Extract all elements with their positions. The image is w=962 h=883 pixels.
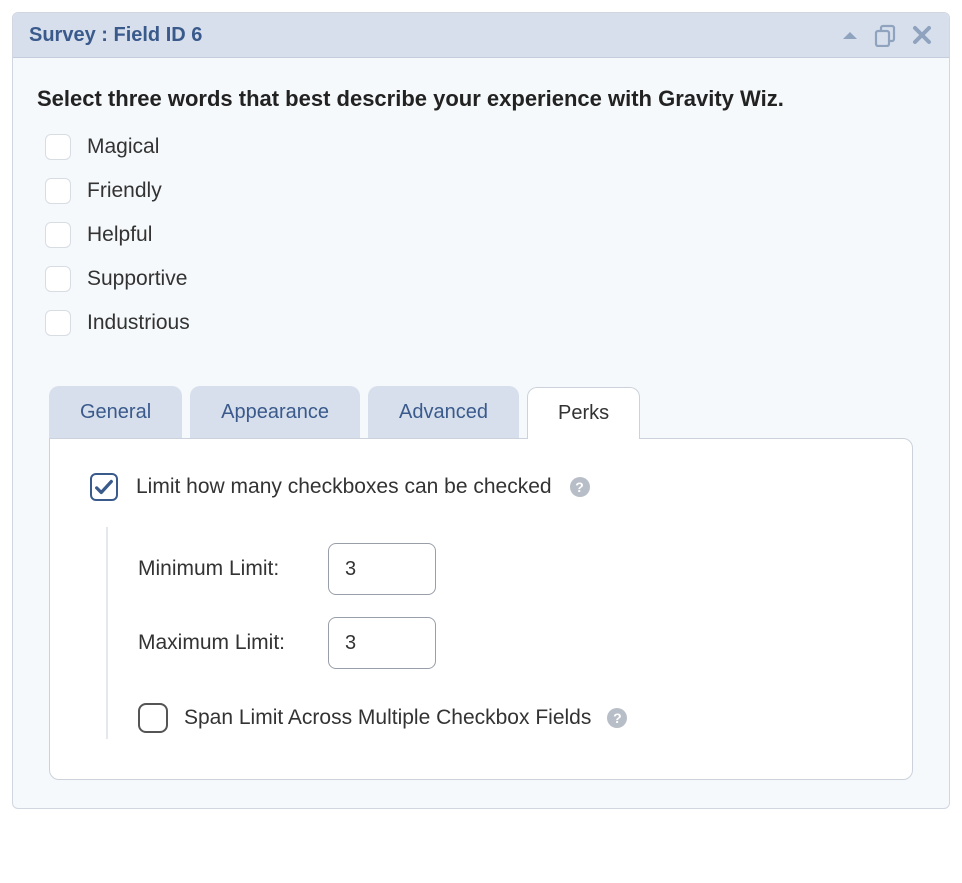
- span-limit-row: Span Limit Across Multiple Checkbox Fiel…: [138, 703, 882, 733]
- option-helpful: Helpful: [45, 222, 925, 248]
- tab-content-perks: Limit how many checkboxes can be checked…: [49, 438, 913, 780]
- help-icon[interactable]: ?: [607, 708, 627, 728]
- checkbox[interactable]: [45, 310, 71, 336]
- checkbox-options: Magical Friendly Helpful Supportive Indu…: [45, 134, 925, 336]
- duplicate-icon[interactable]: [873, 23, 897, 47]
- checkbox[interactable]: [45, 266, 71, 292]
- maximum-limit-label: Maximum Limit:: [138, 631, 308, 655]
- panel-title: Survey : Field ID 6: [29, 24, 841, 47]
- limit-checkboxes-label: Limit how many checkboxes can be checked: [136, 475, 552, 499]
- settings-tabs: General Appearance Advanced Perks: [49, 386, 925, 438]
- checkbox[interactable]: [45, 178, 71, 204]
- minimum-limit-input[interactable]: [328, 543, 436, 595]
- option-magical: Magical: [45, 134, 925, 160]
- option-industrious: Industrious: [45, 310, 925, 336]
- minimum-limit-label: Minimum Limit:: [138, 557, 308, 581]
- minimum-limit-row: Minimum Limit:: [138, 543, 882, 595]
- option-friendly: Friendly: [45, 178, 925, 204]
- option-supportive: Supportive: [45, 266, 925, 292]
- panel-actions: [841, 23, 933, 47]
- panel-header: Survey : Field ID 6: [13, 13, 949, 58]
- span-limit-toggle[interactable]: [138, 703, 168, 733]
- option-label: Magical: [87, 135, 159, 159]
- option-label: Helpful: [87, 223, 152, 247]
- field-settings-panel: Survey : Field ID 6 Select three words t…: [12, 12, 950, 809]
- tab-advanced[interactable]: Advanced: [368, 386, 519, 438]
- maximum-limit-input[interactable]: [328, 617, 436, 669]
- span-limit-label: Span Limit Across Multiple Checkbox Fiel…: [184, 706, 591, 730]
- option-label: Industrious: [87, 311, 190, 335]
- limit-checkboxes-row: Limit how many checkboxes can be checked…: [90, 473, 882, 501]
- maximum-limit-row: Maximum Limit:: [138, 617, 882, 669]
- tab-appearance[interactable]: Appearance: [190, 386, 360, 438]
- limit-sub-settings: Minimum Limit: Maximum Limit: Span Limit…: [106, 527, 882, 739]
- checkbox[interactable]: [45, 222, 71, 248]
- help-icon[interactable]: ?: [570, 477, 590, 497]
- option-label: Supportive: [87, 267, 187, 291]
- option-label: Friendly: [87, 179, 162, 203]
- tab-general[interactable]: General: [49, 386, 182, 438]
- field-question: Select three words that best describe yo…: [37, 86, 925, 112]
- tab-perks[interactable]: Perks: [527, 387, 640, 439]
- checkbox[interactable]: [45, 134, 71, 160]
- panel-body: Select three words that best describe yo…: [13, 58, 949, 808]
- collapse-icon[interactable]: [841, 29, 859, 41]
- close-icon[interactable]: [911, 24, 933, 46]
- limit-checkboxes-toggle[interactable]: [90, 473, 118, 501]
